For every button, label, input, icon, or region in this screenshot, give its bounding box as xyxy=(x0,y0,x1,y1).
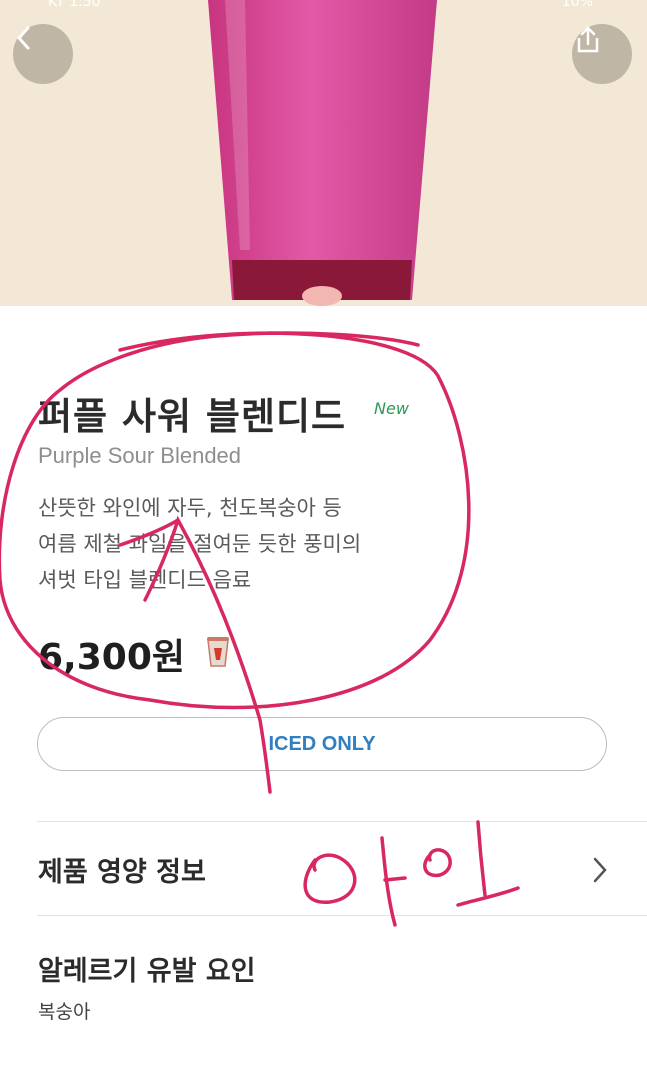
status-time: KT 1:50 xyxy=(48,0,101,10)
description-line: 산뜻한 와인에 자두, 천도복숭아 등 xyxy=(38,496,342,520)
status-battery: 10% xyxy=(561,0,593,10)
new-badge: New xyxy=(374,399,409,418)
back-button[interactable] xyxy=(13,24,73,84)
nutrition-info-label: 제품 영양 정보 xyxy=(38,857,206,888)
product-hero-image: KT 1:50 10% xyxy=(0,0,647,306)
handwritten-wine-text xyxy=(303,836,407,927)
chevron-right-icon[interactable] xyxy=(590,855,610,885)
allergy-label: 알레르기 유발 요인 xyxy=(38,956,256,987)
iced-only-option[interactable]: ICED ONLY xyxy=(37,717,607,771)
product-description: 산뜻한 와인에 자두, 천도복숭아 등 여름 제철 과일을 절여둔 듯한 풍미의… xyxy=(38,490,458,598)
product-name: 퍼플 사워 블렌디드 xyxy=(38,395,347,438)
iced-cup-icon xyxy=(207,637,229,667)
divider xyxy=(37,915,647,916)
description-line: 여름 제철 과일을 절여둔 듯한 풍미의 xyxy=(38,532,362,556)
share-button[interactable] xyxy=(572,24,632,84)
description-line: 셔벗 타입 블렌디드 음료 xyxy=(38,568,252,592)
product-english-name: Purple Sour Blended xyxy=(38,443,242,468)
product-price: 6,300원 xyxy=(38,637,185,678)
share-icon xyxy=(577,26,599,53)
iced-only-label: ICED ONLY xyxy=(268,732,376,755)
chevron-left-icon xyxy=(16,26,30,50)
allergen-value: 복숭아 xyxy=(38,1001,91,1023)
drink-photo xyxy=(208,0,437,306)
status-bar: KT 1:50 10% xyxy=(0,0,647,14)
divider xyxy=(37,821,647,822)
